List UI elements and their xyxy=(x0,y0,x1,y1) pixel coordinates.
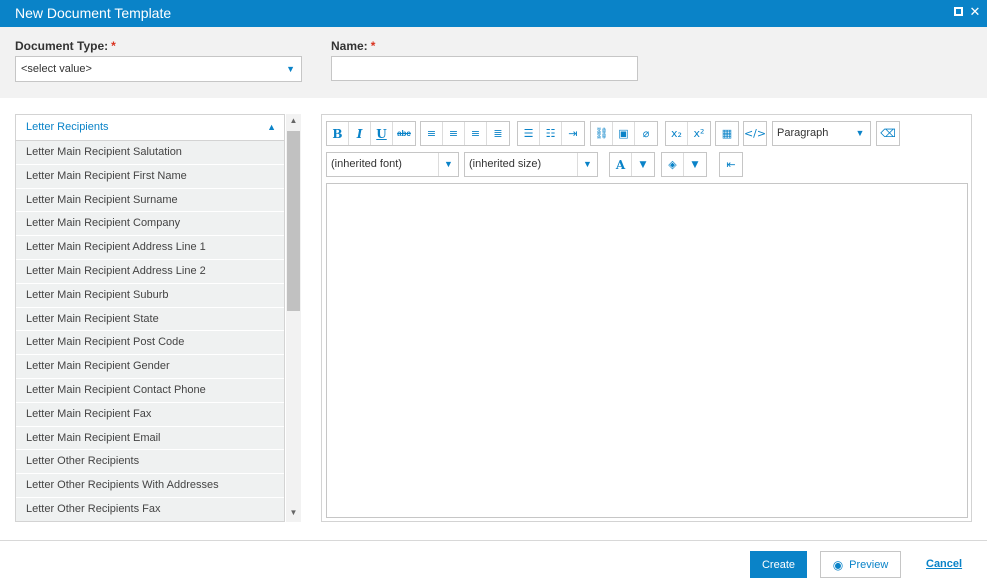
name-label: Name: * xyxy=(331,39,376,53)
fields-scrollbar[interactable]: ▲ ▼ xyxy=(286,114,301,522)
list-item[interactable]: Letter Main Recipient Address Line 2 xyxy=(16,259,284,284)
bullet-list-icon[interactable]: ☰ xyxy=(518,122,540,145)
image-icon[interactable]: ▣ xyxy=(613,122,635,145)
align-justify-icon[interactable]: ≣ xyxy=(487,122,509,145)
close-icon[interactable]: ✕ xyxy=(968,4,982,20)
field-list: Letter Main Recipient Salutation Letter … xyxy=(16,141,284,521)
list-item[interactable]: Letter Main Recipient Surname xyxy=(16,188,284,213)
list-item[interactable]: Letter Main Recipient Post Code xyxy=(16,331,284,356)
link-icon[interactable]: ⛓ xyxy=(591,122,613,145)
field-group-header[interactable]: Letter Recipients ▲ xyxy=(16,115,284,141)
document-type-label: Document Type: * xyxy=(15,39,116,53)
preview-label: Preview xyxy=(849,558,889,571)
font-color-group: A ▼ xyxy=(609,152,655,177)
attachment-icon[interactable]: ⌀ xyxy=(635,122,657,145)
cancel-link[interactable]: Cancel xyxy=(926,558,962,570)
list-item[interactable]: Letter Main Recipient State xyxy=(16,307,284,332)
chevron-down-icon: ▼ xyxy=(577,153,597,176)
chevron-down-icon[interactable]: ▼ xyxy=(684,153,706,176)
text-style-group: B I U abc xyxy=(326,121,416,146)
numbered-list-icon[interactable]: ☷ xyxy=(540,122,562,145)
list-item[interactable]: Letter Other Recipients Fax xyxy=(16,497,284,521)
editor-content-area[interactable] xyxy=(326,183,968,518)
background-color-group: ◈ ▼ xyxy=(661,152,707,177)
list-item[interactable]: Letter Other Recipients xyxy=(16,450,284,475)
list-item[interactable]: Letter Other Recipients With Addresses xyxy=(16,474,284,498)
list-item[interactable]: Letter Main Recipient Contact Phone xyxy=(16,378,284,403)
chevron-down-icon[interactable]: ▼ xyxy=(632,153,654,176)
list-item[interactable]: Letter Main Recipient Company xyxy=(16,212,284,237)
chevron-up-icon: ▲ xyxy=(267,122,276,132)
alignment-group: ≡ ≡ ≡ ≣ xyxy=(420,121,510,146)
maximize-icon[interactable] xyxy=(951,4,965,20)
scroll-down-icon[interactable]: ▼ xyxy=(286,508,301,520)
align-center-icon[interactable]: ≡ xyxy=(443,122,465,145)
document-type-select[interactable]: <select value> ▼ xyxy=(15,56,302,82)
list-item[interactable]: Letter Main Recipient Salutation xyxy=(16,141,284,165)
list-item[interactable]: Letter Main Recipient Address Line 1 xyxy=(16,236,284,260)
code-view-icon[interactable]: </> xyxy=(744,122,766,145)
list-item[interactable]: Letter Main Recipient Gender xyxy=(16,355,284,379)
name-input[interactable] xyxy=(331,56,638,81)
strikethrough-button[interactable]: abc xyxy=(393,122,415,145)
table-group: ▦ xyxy=(715,121,739,146)
merge-fields-panel: Letter Recipients ▲ Letter Main Recipien… xyxy=(15,114,285,522)
superscript-icon[interactable]: x² xyxy=(688,122,710,145)
scroll-up-icon[interactable]: ▲ xyxy=(286,116,301,128)
indent-icon[interactable]: ⇥ xyxy=(562,122,584,145)
scroll-thumb[interactable] xyxy=(287,131,300,311)
insert-field-icon[interactable]: ⇤ xyxy=(720,153,742,176)
rich-text-editor: B I U abc ≡ ≡ ≡ ≣ ☰ ☷ ⇥ ⛓ ▣ ⌀ x₂ x² ▦ </… xyxy=(321,114,972,522)
underline-button[interactable]: U xyxy=(371,122,393,145)
table-icon[interactable]: ▦ xyxy=(716,122,738,145)
eye-icon: ◉ xyxy=(832,557,844,572)
clear-format-group: ⌫ xyxy=(876,121,900,146)
document-type-value: <select value> xyxy=(21,63,92,75)
font-family-select[interactable]: (inherited font) ▼ xyxy=(326,152,459,177)
format-block-select[interactable]: Paragraph ▼ xyxy=(772,121,871,146)
clear-format-icon[interactable]: ⌫ xyxy=(877,122,899,145)
list-item[interactable]: Letter Main Recipient Suburb xyxy=(16,283,284,308)
insert-field-group: ⇤ xyxy=(719,152,743,177)
font-size-select[interactable]: (inherited size) ▼ xyxy=(464,152,598,177)
dialog-title: New Document Template xyxy=(15,5,172,21)
italic-button[interactable]: I xyxy=(349,122,371,145)
insert-group: ⛓ ▣ ⌀ xyxy=(590,121,658,146)
script-group: x₂ x² xyxy=(665,121,711,146)
align-right-icon[interactable]: ≡ xyxy=(465,122,487,145)
chevron-down-icon: ▼ xyxy=(286,64,295,74)
bold-button[interactable]: B xyxy=(327,122,349,145)
create-button[interactable]: Create xyxy=(750,551,807,578)
font-family-value: (inherited font) xyxy=(331,158,402,170)
chevron-down-icon: ▼ xyxy=(438,153,458,176)
list-group: ☰ ☷ ⇥ xyxy=(517,121,585,146)
dialog-titlebar: New Document Template ✕ xyxy=(0,0,987,27)
font-color-icon[interactable]: A xyxy=(610,153,632,176)
list-item[interactable]: Letter Main Recipient First Name xyxy=(16,164,284,189)
template-form: Document Type: * <select value> ▼ Name: * xyxy=(0,27,987,98)
source-group: </> xyxy=(743,121,767,146)
subscript-icon[interactable]: x₂ xyxy=(666,122,688,145)
list-item[interactable]: Letter Main Recipient Email xyxy=(16,426,284,451)
font-size-value: (inherited size) xyxy=(469,158,542,170)
footer-divider xyxy=(0,540,987,541)
preview-button[interactable]: ◉ Preview xyxy=(820,551,901,578)
align-left-icon[interactable]: ≡ xyxy=(421,122,443,145)
chevron-down-icon: ▼ xyxy=(855,128,865,138)
paint-bucket-icon[interactable]: ◈ xyxy=(662,153,684,176)
field-group-title: Letter Recipients xyxy=(26,121,109,133)
format-block-value: Paragraph xyxy=(777,127,829,139)
list-item[interactable]: Letter Main Recipient Fax xyxy=(16,402,284,427)
